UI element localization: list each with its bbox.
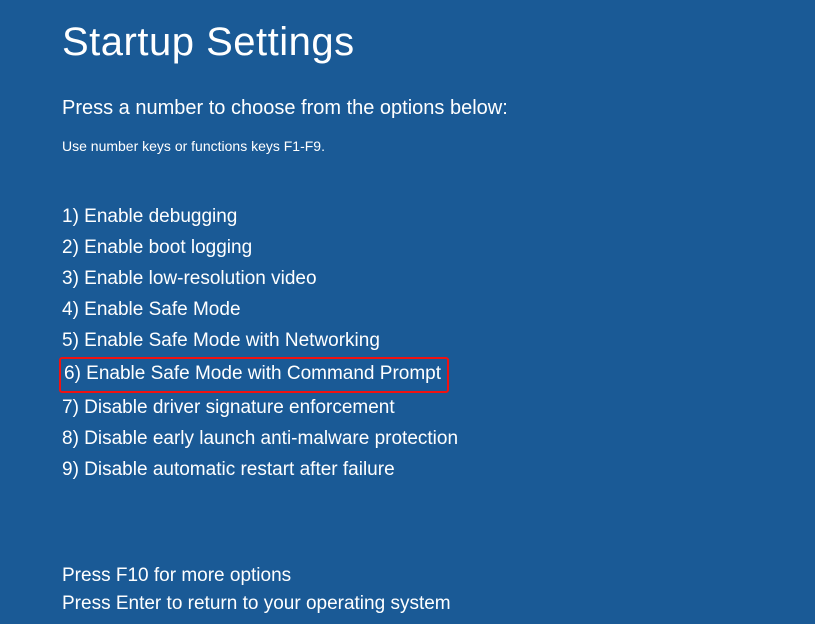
- page-title: Startup Settings: [62, 20, 815, 65]
- instruction-text: Press a number to choose from the option…: [62, 97, 815, 120]
- hint-text: Use number keys or functions keys F1-F9.: [62, 138, 815, 154]
- option-row-3[interactable]: 3) Enable low-resolution video: [62, 264, 815, 295]
- option-item-4[interactable]: 4) Enable Safe Mode: [62, 295, 241, 325]
- option-row-9[interactable]: 9) Disable automatic restart after failu…: [62, 455, 815, 486]
- option-row-7[interactable]: 7) Disable driver signature enforcement: [62, 393, 815, 424]
- option-row-5[interactable]: 5) Enable Safe Mode with Networking: [62, 326, 815, 357]
- option-row-1[interactable]: 1) Enable debugging: [62, 202, 815, 233]
- footer-more-options: Press F10 for more options: [62, 562, 451, 590]
- option-item-1[interactable]: 1) Enable debugging: [62, 202, 237, 232]
- option-item-7[interactable]: 7) Disable driver signature enforcement: [62, 393, 395, 423]
- option-item-3[interactable]: 3) Enable low-resolution video: [62, 264, 317, 294]
- option-item-9[interactable]: 9) Disable automatic restart after failu…: [62, 455, 395, 485]
- startup-options-list: 1) Enable debugging2) Enable boot loggin…: [62, 202, 815, 486]
- option-item-2[interactable]: 2) Enable boot logging: [62, 233, 252, 263]
- option-item-5[interactable]: 5) Enable Safe Mode with Networking: [62, 326, 380, 356]
- option-item-8[interactable]: 8) Disable early launch anti-malware pro…: [62, 424, 458, 454]
- footer: Press F10 for more options Press Enter t…: [62, 562, 451, 618]
- option-row-2[interactable]: 2) Enable boot logging: [62, 233, 815, 264]
- footer-return: Press Enter to return to your operating …: [62, 590, 451, 618]
- option-item-6[interactable]: 6) Enable Safe Mode with Command Prompt: [59, 357, 449, 393]
- option-row-6[interactable]: 6) Enable Safe Mode with Command Prompt: [62, 357, 815, 393]
- option-row-8[interactable]: 8) Disable early launch anti-malware pro…: [62, 424, 815, 455]
- option-row-4[interactable]: 4) Enable Safe Mode: [62, 295, 815, 326]
